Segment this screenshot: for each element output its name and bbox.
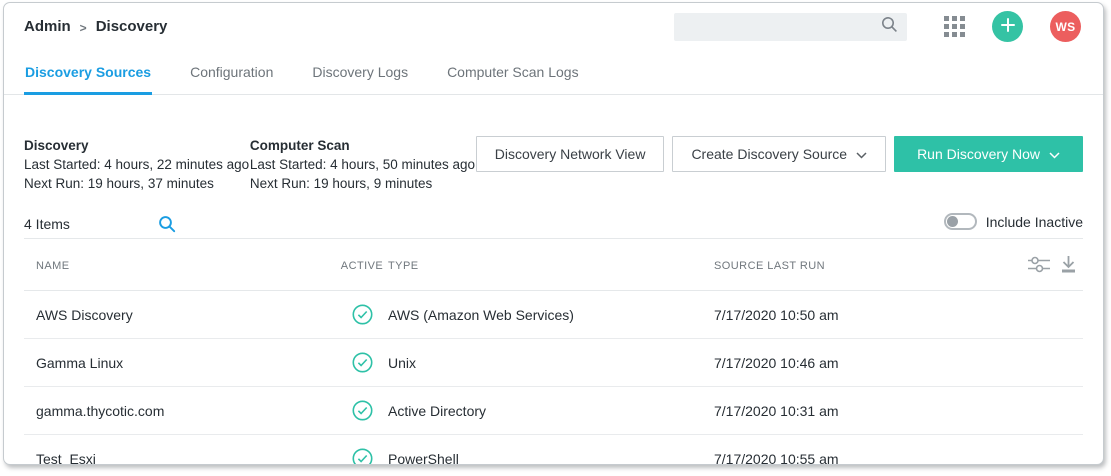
avatar-initials: WS <box>1056 20 1076 34</box>
action-buttons: Discovery Network View Create Discovery … <box>476 136 1083 172</box>
run-discovery-now-label: Run Discovery Now <box>917 146 1040 162</box>
source-name[interactable]: Test_Esxi <box>24 435 336 466</box>
include-inactive-toggle-wrap[interactable]: Include Inactive <box>944 213 1083 234</box>
breadcrumb-discovery: Discovery <box>96 18 168 35</box>
create-discovery-source-button[interactable]: Create Discovery Source <box>672 136 886 172</box>
breadcrumb-admin[interactable]: Admin <box>24 18 71 35</box>
include-inactive-label: Include Inactive <box>986 214 1083 230</box>
active-check-icon <box>352 353 373 369</box>
discovery-next-run: Next Run: 19 hours, 37 minutes <box>24 174 250 193</box>
tab-configuration[interactable]: Configuration <box>189 64 274 94</box>
computer-scan-summary-title: Computer Scan <box>250 136 476 155</box>
tab-discovery-sources[interactable]: Discovery Sources <box>24 64 152 94</box>
content: Discovery Last Started: 4 hours, 22 minu… <box>4 136 1103 465</box>
create-discovery-source-label: Create Discovery Source <box>691 146 847 162</box>
active-cell <box>336 387 388 435</box>
source-last-run: 7/17/2020 10:31 am <box>704 387 1019 435</box>
computer-scan-last-started: Last Started: 4 hours, 50 minutes ago <box>250 155 476 174</box>
computer-scan-next-run: Next Run: 19 hours, 9 minutes <box>250 174 476 193</box>
list-toolbar: 4 Items Include Inactive <box>24 209 1083 239</box>
include-inactive-toggle[interactable] <box>944 213 977 230</box>
chevron-down-icon <box>1049 146 1060 162</box>
row-actions <box>1019 435 1083 466</box>
active-cell <box>336 435 388 466</box>
source-last-run: 7/17/2020 10:50 am <box>704 291 1019 339</box>
source-type: PowerShell <box>388 435 704 466</box>
source-last-run: 7/17/2020 10:46 am <box>704 339 1019 387</box>
export-download-icon[interactable] <box>1060 255 1077 276</box>
table-row[interactable]: gamma.thycotic.com Active Directory 7/17… <box>24 387 1083 435</box>
discovery-summary: Discovery Last Started: 4 hours, 22 minu… <box>24 136 250 193</box>
source-name[interactable]: AWS Discovery <box>24 291 336 339</box>
global-search-input[interactable] <box>683 19 881 34</box>
column-header-active[interactable]: ACTIVE <box>336 239 388 291</box>
column-header-type[interactable]: TYPE <box>388 239 704 291</box>
computer-scan-summary: Computer Scan Last Started: 4 hours, 50 … <box>250 136 476 193</box>
source-name[interactable]: gamma.thycotic.com <box>24 387 336 435</box>
summary-row: Discovery Last Started: 4 hours, 22 minu… <box>24 136 1083 193</box>
column-header-name[interactable]: NAME <box>24 239 336 291</box>
screen: Admin > Discovery <box>0 0 1111 476</box>
row-actions <box>1019 387 1083 435</box>
run-discovery-now-button[interactable]: Run Discovery Now <box>894 136 1083 172</box>
toggle-knob <box>947 216 958 227</box>
global-search[interactable] <box>674 13 907 41</box>
discovery-sources-table: NAME ACTIVE TYPE SOURCE LAST RUN <box>24 239 1083 465</box>
source-type: Unix <box>388 339 704 387</box>
topbar-right: WS <box>674 11 1081 42</box>
row-actions <box>1019 291 1083 339</box>
row-actions <box>1019 339 1083 387</box>
source-type: AWS (Amazon Web Services) <box>388 291 704 339</box>
tab-computer-scan-logs[interactable]: Computer Scan Logs <box>446 64 580 94</box>
discovery-summary-title: Discovery <box>24 136 250 155</box>
discovery-last-started: Last Started: 4 hours, 22 minutes ago <box>24 155 250 174</box>
active-check-icon <box>352 449 373 465</box>
source-last-run: 7/17/2020 10:55 am <box>704 435 1019 466</box>
tab-bar: Discovery Sources Configuration Discover… <box>4 50 1103 95</box>
active-check-icon <box>352 305 373 321</box>
table-search-icon[interactable] <box>158 215 176 233</box>
breadcrumb: Admin > Discovery <box>24 18 167 35</box>
chevron-down-icon <box>856 146 867 162</box>
active-cell <box>336 339 388 387</box>
table-row[interactable]: Test_Esxi PowerShell 7/17/2020 10:55 am <box>24 435 1083 466</box>
active-cell <box>336 291 388 339</box>
app-window: Admin > Discovery <box>3 2 1104 465</box>
active-check-icon <box>352 401 373 417</box>
chevron-right-icon: > <box>80 21 87 35</box>
table-header-icons <box>1019 239 1083 291</box>
discovery-network-view-button[interactable]: Discovery Network View <box>476 136 665 172</box>
column-header-source-last-run[interactable]: SOURCE LAST RUN <box>704 239 1019 291</box>
source-type: Active Directory <box>388 387 704 435</box>
table-row[interactable]: Gamma Linux Unix 7/17/2020 10:46 am <box>24 339 1083 387</box>
discovery-network-view-label: Discovery Network View <box>495 146 646 162</box>
search-icon <box>881 16 898 38</box>
top-bar: Admin > Discovery <box>4 3 1103 50</box>
source-name[interactable]: Gamma Linux <box>24 339 336 387</box>
add-button[interactable] <box>992 11 1023 42</box>
table-header-row: NAME ACTIVE TYPE SOURCE LAST RUN <box>24 239 1083 291</box>
app-grid-icon[interactable] <box>944 16 965 37</box>
tab-discovery-logs[interactable]: Discovery Logs <box>311 64 409 94</box>
plus-icon <box>1001 18 1015 35</box>
avatar[interactable]: WS <box>1050 11 1081 42</box>
table-row[interactable]: AWS Discovery AWS (Amazon Web Services) … <box>24 291 1083 339</box>
items-count: 4 Items <box>24 216 70 232</box>
column-settings-icon[interactable] <box>1028 256 1050 276</box>
